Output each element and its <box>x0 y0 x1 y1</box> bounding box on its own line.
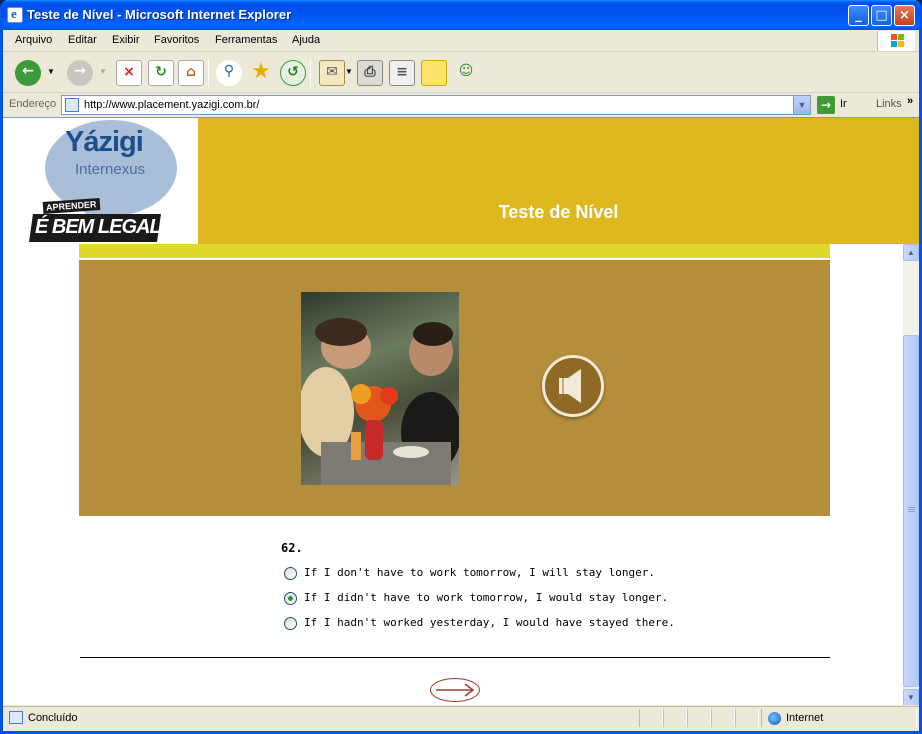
discuss-button[interactable] <box>421 60 447 86</box>
status-cell <box>735 709 759 727</box>
status-bar: Concluído Internet <box>3 706 919 728</box>
answer-radio[interactable] <box>284 567 297 580</box>
scroll-down-button[interactable]: ▼ <box>903 689 919 705</box>
answer-text: If I hadn't worked yesterday, I would ha… <box>304 616 675 629</box>
maximize-button[interactable]: □ <box>871 5 892 26</box>
forward-button[interactable]: → <box>67 60 93 86</box>
page-title: Teste de Nível <box>498 202 619 222</box>
internet-zone-icon <box>768 712 781 725</box>
menu-ferramentas[interactable]: Ferramentas <box>215 34 277 46</box>
close-button[interactable]: × <box>894 5 915 26</box>
answer-text: If I don't have to work tomorrow, I will… <box>304 566 655 579</box>
menu-exibir[interactable]: Exibir <box>112 34 140 46</box>
address-bar: Endereço http://www.placement.yazigi.com… <box>3 94 919 116</box>
toolbar-separator <box>310 59 311 87</box>
standard-toolbar: ← ▼ → ▼ × ↻ ⌂ ⚲ ★ ↺ ✉ ▼ ⎙ ≡ ☺ <box>3 53 919 93</box>
favorites-button[interactable]: ★ <box>248 59 274 86</box>
status-cell <box>687 709 711 727</box>
banner-title-area: Teste de Nível <box>198 118 919 244</box>
mail-button[interactable]: ✉ <box>319 60 345 86</box>
links-chevron-icon[interactable]: » <box>907 95 913 107</box>
forward-arrow-icon: → <box>74 63 86 79</box>
star-icon: ★ <box>251 59 271 84</box>
minimize-button[interactable]: _ <box>848 5 869 26</box>
play-audio-button[interactable] <box>542 355 604 417</box>
back-arrow-icon: ← <box>22 63 34 79</box>
status-text: Concluído <box>28 712 78 724</box>
status-cell <box>711 709 735 727</box>
address-label: Endereço <box>9 98 57 110</box>
mail-icon: ✉ <box>326 64 338 80</box>
slogan-big: É BEM LEGAL <box>35 216 162 238</box>
refresh-button[interactable]: ↻ <box>148 60 174 86</box>
answer-radio-selected[interactable] <box>284 592 297 605</box>
print-button[interactable]: ⎙ <box>357 60 383 86</box>
address-dropdown-icon[interactable]: ▼ <box>793 96 810 114</box>
printer-icon: ⎙ <box>364 64 376 80</box>
security-zone: Internet <box>786 712 824 724</box>
accent-strip <box>79 244 830 259</box>
back-dropdown-icon[interactable]: ▼ <box>47 67 55 76</box>
logo-subtitle: Internexus <box>75 161 146 178</box>
go-button[interactable]: Ir <box>840 98 847 110</box>
title-bar[interactable]: Teste de Nível - Microsoft Internet Expl… <box>3 0 919 30</box>
right-arrow-icon <box>436 683 475 697</box>
test-content: 62. If I don't have to work tomorrow, I … <box>3 244 903 705</box>
forward-dropdown-icon[interactable]: ▼ <box>99 67 107 76</box>
stop-icon: × <box>123 64 135 80</box>
page-done-icon <box>9 711 23 724</box>
links-toolbar[interactable]: Links <box>876 98 902 110</box>
question-number: 62. <box>281 541 303 555</box>
logo-brand: Yázigi <box>65 126 144 158</box>
vertical-scrollbar[interactable]: ▲ ▼ <box>903 244 919 705</box>
page-icon <box>65 98 79 112</box>
yazigi-logo: Yázigi Internexus APRENDER É BEM LEGAL <box>3 118 198 244</box>
home-button[interactable]: ⌂ <box>178 60 204 86</box>
menu-arquivo[interactable]: Arquivo <box>15 34 52 46</box>
window-title: Teste de Nível - Microsoft Internet Expl… <box>27 7 292 22</box>
history-button[interactable]: ↺ <box>280 60 306 86</box>
edit-page-icon: ≡ <box>396 64 408 80</box>
scroll-thumb[interactable] <box>903 335 919 687</box>
dinner-photo <box>301 292 459 485</box>
refresh-icon: ↻ <box>155 64 167 80</box>
maximize-icon: □ <box>875 8 888 23</box>
home-icon: ⌂ <box>185 64 197 80</box>
go-arrow-icon[interactable]: → <box>817 96 835 114</box>
windows-logo-icon <box>877 31 915 51</box>
next-button[interactable] <box>430 678 480 702</box>
close-icon: × <box>899 8 910 23</box>
search-icon: ⚲ <box>223 63 235 79</box>
back-button[interactable]: ← <box>15 60 41 86</box>
minimize-icon: _ <box>855 8 862 23</box>
media-panel <box>79 260 830 516</box>
stop-button[interactable]: × <box>116 60 142 86</box>
page-viewport: Yázigi Internexus APRENDER É BEM LEGAL T… <box>3 117 919 705</box>
history-icon: ↺ <box>287 64 299 80</box>
search-button[interactable]: ⚲ <box>216 60 242 86</box>
ie-app-icon[interactable] <box>7 6 23 23</box>
menu-favoritos[interactable]: Favoritos <box>154 34 199 46</box>
messenger-button[interactable]: ☺ <box>453 60 479 86</box>
address-url[interactable]: http://www.placement.yazigi.com.br/ <box>84 99 259 111</box>
menu-editar[interactable]: Editar <box>68 34 97 46</box>
answer-radio[interactable] <box>284 617 297 630</box>
toolbar-separator <box>208 59 209 87</box>
browser-window: Teste de Nível - Microsoft Internet Expl… <box>0 0 922 734</box>
zone-cell <box>761 709 917 727</box>
divider <box>80 657 830 658</box>
edit-button[interactable]: ≡ <box>389 60 415 86</box>
status-cell <box>663 709 687 727</box>
scroll-up-button[interactable]: ▲ <box>903 244 919 261</box>
address-input[interactable]: http://www.placement.yazigi.com.br/ ▼ <box>61 95 811 115</box>
speaker-icon <box>559 369 581 403</box>
site-banner: Yázigi Internexus APRENDER É BEM LEGAL T… <box>3 118 919 244</box>
menu-bar: Arquivo Editar Exibir Favoritos Ferramen… <box>3 30 919 52</box>
messenger-icon: ☺ <box>458 63 474 79</box>
answer-text: If I didn't have to work tomorrow, I wou… <box>304 591 669 604</box>
menu-ajuda[interactable]: Ajuda <box>292 34 320 46</box>
status-cell <box>639 709 663 727</box>
mail-dropdown-icon[interactable]: ▼ <box>345 67 353 76</box>
